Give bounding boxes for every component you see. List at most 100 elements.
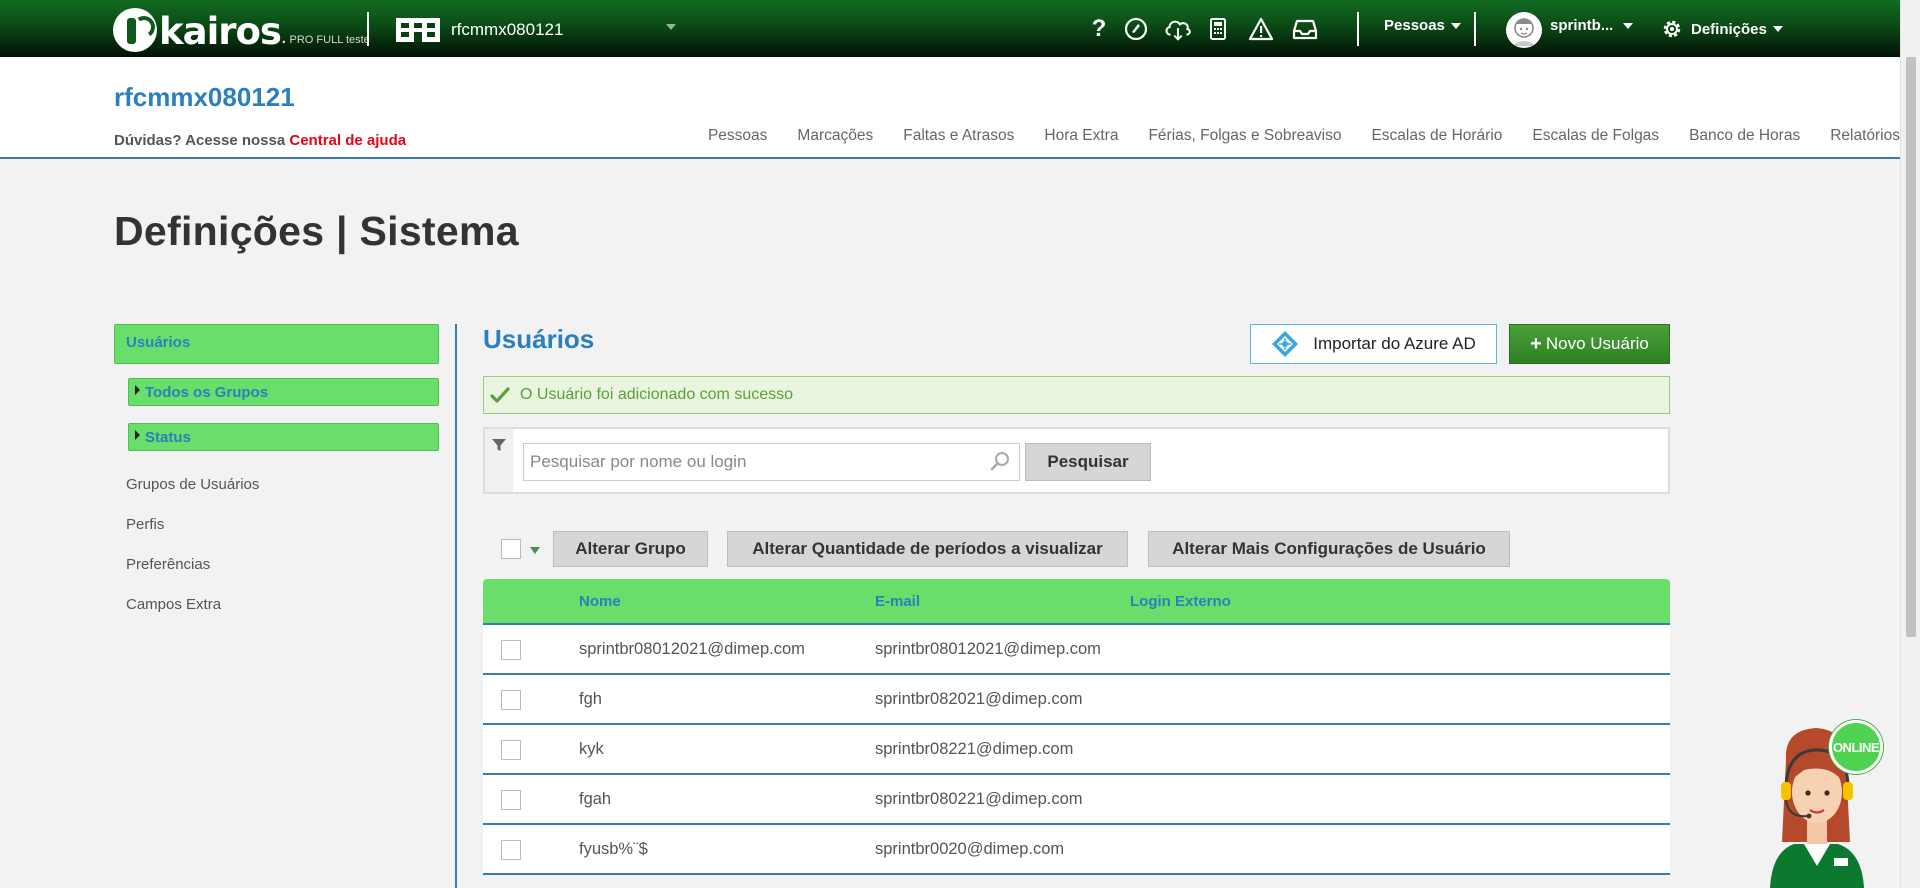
search-panel: Pesquisar xyxy=(483,427,1670,494)
table-row[interactable]: fyusb%¨$ sprintbr0020@dimep.com xyxy=(483,825,1670,875)
help-text: Dúvidas? Acesse nossa Central de ajuda xyxy=(114,132,406,149)
cloud-download-icon[interactable] xyxy=(1163,14,1193,44)
company-title: rfcmmx080121 xyxy=(114,82,295,112)
cell-email: sprintbr08012021@dimep.com xyxy=(875,640,1101,658)
table-row[interactable]: kyk sprintbr08221@dimep.com xyxy=(483,725,1670,775)
chevron-down-icon xyxy=(1772,26,1783,32)
new-user-button[interactable]: + Novo Usuário xyxy=(1509,324,1670,364)
company-selector[interactable]: rfcmmx080121 xyxy=(396,14,676,46)
row-checkbox[interactable] xyxy=(501,740,521,760)
help-center-link[interactable]: Central de ajuda xyxy=(289,132,406,149)
sidebar-subitem-status[interactable]: Status xyxy=(128,423,439,451)
people-menu[interactable]: Pessoas xyxy=(1384,17,1461,34)
sidebar-item-perfis[interactable]: Perfis xyxy=(114,505,439,545)
settings-menu-label: Definições xyxy=(1691,20,1767,38)
sidebar-subitem-label: Todos os Grupos xyxy=(145,384,269,401)
search-icon xyxy=(990,452,1009,471)
chevron-down-icon xyxy=(666,24,676,30)
nav-escalas-folgas[interactable]: Escalas de Folgas xyxy=(1532,127,1659,145)
search-button[interactable]: Pesquisar xyxy=(1025,443,1151,481)
inbox-icon[interactable] xyxy=(1290,14,1320,44)
gear-icon xyxy=(1663,20,1681,38)
topbar-divider xyxy=(1474,12,1476,46)
sidebar-subitem-todos-grupos[interactable]: Todos os Grupos xyxy=(128,378,439,406)
nav-hora-extra[interactable]: Hora Extra xyxy=(1044,127,1118,145)
cell-name: fyusb%¨$ xyxy=(579,840,648,858)
row-checkbox[interactable] xyxy=(501,640,521,660)
cell-email: sprintbr080221@dimep.com xyxy=(875,790,1083,808)
column-nome[interactable]: Nome xyxy=(579,593,621,610)
table-row[interactable]: sprintbr08012021@dimep.com sprintbr08012… xyxy=(483,625,1670,675)
column-login-externo[interactable]: Login Externo xyxy=(1130,593,1231,610)
sidebar-item-grupos-usuarios[interactable]: Grupos de Usuários xyxy=(114,465,439,505)
sidebar-item-preferencias[interactable]: Preferências xyxy=(114,545,439,585)
top-bar: kairos . PRO FULL teste rfcmmx080121 ? P… xyxy=(0,0,1920,57)
import-azure-label: Importar do Azure AD xyxy=(1313,334,1476,353)
page-header: rfcmmx080121 Dúvidas? Acesse nossa Centr… xyxy=(0,57,1900,159)
cell-name: fgh xyxy=(579,690,602,708)
online-status-badge[interactable]: ONLINE xyxy=(1829,720,1883,774)
page-scrollbar[interactable] xyxy=(1900,0,1920,888)
success-alert-text: O Usuário foi adicionado com sucesso xyxy=(520,386,794,403)
import-azure-button[interactable]: Importar do Azure AD xyxy=(1250,324,1497,364)
cell-email: sprintbr0020@dimep.com xyxy=(875,840,1065,858)
avatar[interactable] xyxy=(1506,12,1542,48)
table-row[interactable]: fgh sprintbr082021@dimep.com xyxy=(483,675,1670,725)
new-user-label: Novo Usuário xyxy=(1545,334,1649,353)
sidebar-item-campos-extra[interactable]: Campos Extra xyxy=(114,585,439,625)
nav-ferias-folgas[interactable]: Férias, Folgas e Sobreaviso xyxy=(1148,127,1341,145)
nav-relatorios[interactable]: Relatórios xyxy=(1830,127,1900,145)
building-icon xyxy=(396,18,440,42)
cell-email: sprintbr08221@dimep.com xyxy=(875,740,1074,758)
azure-ad-icon xyxy=(1272,331,1299,357)
settings-menu[interactable]: Definições xyxy=(1660,17,1783,41)
change-more-settings-button[interactable]: Alterar Mais Configurações de Usuário xyxy=(1148,531,1510,567)
change-group-button[interactable]: Alterar Grupo xyxy=(553,531,708,567)
table-header: Nome E-mail Login Externo xyxy=(483,579,1670,625)
scrollbar-thumb[interactable] xyxy=(1906,57,1916,637)
table-row[interactable]: fgah sprintbr080221@dimep.com xyxy=(483,775,1670,825)
logo-mark-icon xyxy=(113,8,157,52)
sidebar-divider xyxy=(455,324,457,888)
user-menu-label: sprintb... xyxy=(1550,17,1614,34)
nav-marcacoes[interactable]: Marcações xyxy=(797,127,873,145)
kairos-logo[interactable]: kairos . PRO FULL teste xyxy=(113,4,370,52)
edition-label: PRO FULL teste xyxy=(289,34,370,46)
nav-banco-horas[interactable]: Banco de Horas xyxy=(1689,127,1800,145)
chevron-down-icon xyxy=(1450,22,1461,29)
select-dropdown-icon[interactable] xyxy=(530,547,540,554)
page-title: Definições | Sistema xyxy=(114,208,519,254)
row-checkbox[interactable] xyxy=(501,840,521,860)
row-checkbox[interactable] xyxy=(501,690,521,710)
user-menu[interactable]: sprintb... xyxy=(1550,17,1634,34)
row-checkbox[interactable] xyxy=(501,790,521,810)
users-table: Nome E-mail Login Externo sprintbr080120… xyxy=(483,579,1670,875)
support-icon[interactable] xyxy=(1121,14,1151,44)
search-input[interactable] xyxy=(523,443,1020,481)
brand-name: kairos xyxy=(159,10,282,53)
warning-icon[interactable] xyxy=(1246,14,1276,44)
sidebar-item-usuarios[interactable]: Usuários xyxy=(114,324,439,364)
nav-pessoas[interactable]: Pessoas xyxy=(708,127,767,145)
nav-escalas-horario[interactable]: Escalas de Horário xyxy=(1371,127,1502,145)
brand-dot: . xyxy=(280,26,287,48)
filter-toggle[interactable] xyxy=(485,429,513,492)
help-prefix: Dúvidas? Acesse nossa xyxy=(114,132,286,149)
company-selector-value: rfcmmx080121 xyxy=(451,20,564,39)
column-email[interactable]: E-mail xyxy=(875,593,920,610)
settings-sidebar: Usuários Todos os Grupos Status Grupos d… xyxy=(114,324,439,625)
calculator-icon[interactable] xyxy=(1203,14,1233,44)
main-nav: Pessoas Marcações Faltas e Atrasos Hora … xyxy=(678,127,1900,145)
section-title: Usuários xyxy=(483,324,595,354)
sidebar-subitem-label: Status xyxy=(145,429,191,446)
select-all-checkbox[interactable] xyxy=(501,539,521,559)
cell-email: sprintbr082021@dimep.com xyxy=(875,690,1083,708)
plus-icon: + xyxy=(1530,332,1542,355)
topbar-divider xyxy=(367,12,369,46)
people-menu-label: Pessoas xyxy=(1384,17,1445,34)
filter-icon xyxy=(492,439,506,451)
change-periods-button[interactable]: Alterar Quantidade de períodos a visuali… xyxy=(727,531,1128,567)
help-icon[interactable]: ? xyxy=(1084,14,1114,44)
nav-faltas-atrasos[interactable]: Faltas e Atrasos xyxy=(903,127,1014,145)
caret-right-icon xyxy=(135,430,140,440)
